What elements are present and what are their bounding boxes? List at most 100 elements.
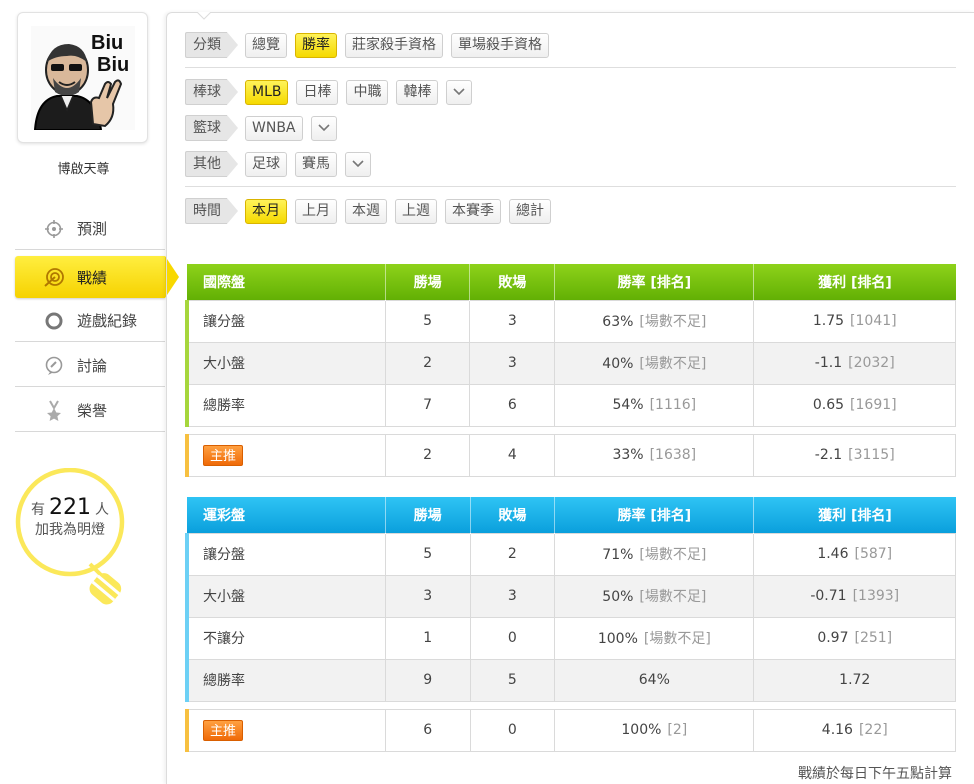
time-this-week-button[interactable]: 本週 [345, 198, 387, 224]
profit-rank: [2032] [848, 355, 895, 371]
league-npb-button[interactable]: 日棒 [296, 79, 339, 105]
time-last-month-button[interactable]: 上月 [295, 198, 337, 224]
profit: 1.46 [817, 546, 849, 562]
avatar-caption-line2: Biu [97, 54, 130, 76]
nav-item-honor[interactable]: 榮譽 [15, 390, 165, 432]
category-overview-button[interactable]: 總覽 [245, 32, 287, 58]
time-last-week-button[interactable]: 上週 [395, 198, 437, 224]
category-banker-killer-button[interactable]: 莊家殺手資格 [345, 32, 443, 58]
sport-horse-racing-button[interactable]: 賽馬 [295, 151, 337, 177]
loss-count: 3 [469, 574, 556, 618]
main-pick-badge[interactable]: 主推 [203, 719, 244, 741]
win-rate-cell: 50% [場數不足] [554, 574, 755, 618]
league-wnba-button[interactable]: WNBA [245, 115, 303, 141]
other-more-dropdown[interactable] [345, 151, 371, 177]
basketball-label: 籃球 [185, 115, 238, 141]
fans-prefix: 有 [31, 502, 45, 518]
table-row: 大小盤 3 3 50% [場數不足] -0.71 [1393] [184, 574, 956, 618]
league-kbo-button[interactable]: 韓棒 [396, 79, 439, 105]
nav-label: 遊戲紀錄 [77, 312, 138, 330]
avatar[interactable]: Biu Biu [17, 12, 148, 143]
table-row-main-pick: 主推 6 0 100% [2] 4.16 [22] [184, 708, 956, 752]
nav-label: 戰績 [77, 268, 108, 287]
basketball-more-dropdown[interactable] [310, 115, 337, 141]
win-rate-rank: [場數不足] [639, 356, 707, 372]
nav-item-predict[interactable]: 預測 [15, 208, 165, 250]
nav-item-discussion[interactable]: 討論 [15, 345, 165, 387]
main-pick-badge[interactable]: 主推 [203, 444, 244, 466]
league-mlb-button[interactable]: MLB [245, 79, 289, 105]
intl-record-table: 國際盤 勝場 敗場 勝率 [排名] 獲利 [排名] 讓分盤 5 3 63% [場數… [184, 264, 956, 477]
table-row: 總勝率 7 6 54% [1116] 0.65 [1691] [184, 383, 956, 427]
chat-icon [43, 355, 65, 377]
time-label: 時間 [185, 198, 238, 224]
profit-rank: [1393] [852, 588, 900, 604]
fans-bulb[interactable]: 有 221 人 加我為明燈 [14, 468, 134, 608]
sport-soccer-button[interactable]: 足球 [245, 151, 287, 177]
avatar-caption-line1: Biu [91, 32, 124, 54]
win-rate-cell: 100% [2] [554, 708, 755, 752]
baseball-more-dropdown[interactable] [446, 79, 473, 105]
row-label: 主推 [184, 433, 386, 477]
col-header: 勝率 [排名] [554, 264, 754, 300]
medal-icon [43, 400, 65, 422]
profit-rank: [251] [854, 630, 893, 646]
loss-count: 4 [469, 433, 556, 477]
win-rate-cell: 63% [場數不足] [554, 299, 755, 343]
loss-count: 0 [469, 708, 556, 752]
profit-cell: 0.97 [251] [753, 616, 956, 660]
col-header: 獲利 [排名] [753, 497, 956, 533]
win-rate-cell: 40% [場數不足] [554, 341, 755, 385]
time-this-month-button[interactable]: 本月 [245, 198, 287, 224]
category-single-killer-button[interactable]: 單場殺手資格 [451, 32, 549, 58]
profit-cell: 1.46 [587] [753, 532, 956, 576]
nav-label: 預測 [77, 220, 108, 238]
username[interactable]: 博啟天尊 [0, 158, 167, 177]
win-rate-cell: 71% [場數不足] [554, 532, 755, 576]
col-header: 勝率 [排名] [554, 497, 754, 533]
fans-suffix: 人 [95, 502, 109, 518]
win-count: 3 [384, 574, 471, 618]
table-row: 總勝率 9 5 64% 1.72 [184, 658, 956, 702]
basketball-filter: 籃球 WNBA [185, 115, 337, 141]
category-filter: 分類 總覽 勝率 莊家殺手資格 單場殺手資格 [185, 32, 557, 58]
win-rate-cell: 100% [場數不足] [554, 616, 755, 660]
win-count: 1 [384, 616, 471, 660]
other-filter: 其他 足球 賽馬 [185, 151, 371, 177]
col-header: 勝場 [384, 264, 470, 300]
profit: -0.71 [810, 588, 847, 604]
win-count: 5 [384, 532, 471, 576]
profit-cell: 1.75 [1041] [753, 299, 956, 343]
profit: 0.65 [812, 397, 845, 413]
loss-count: 6 [469, 383, 556, 427]
profile-sidebar: Biu Biu 博啟天尊 預測 戰績 遊戲紀錄 討論 榮譽 有 221 人 加我… [0, 0, 179, 784]
ring-icon [43, 310, 65, 332]
table-row-main-pick: 主推 2 4 33% [1638] -2.1 [3115] [184, 433, 956, 477]
win-count: 6 [384, 708, 471, 752]
win-rate-rank: [2] [667, 722, 688, 738]
time-this-season-button[interactable]: 本賽季 [445, 198, 501, 224]
profit: 1.75 [812, 313, 845, 329]
profit-rank: [22] [858, 722, 888, 738]
time-total-button[interactable]: 總計 [509, 198, 551, 224]
nav-label: 討論 [77, 357, 108, 375]
chevron-down-icon [453, 88, 466, 96]
profit-rank: [1691] [850, 397, 897, 413]
win-count: 2 [384, 433, 471, 477]
profit-cell: 4.16 [22] [753, 708, 956, 752]
win-rate-rank: [場數不足] [639, 314, 707, 330]
league-cpbl-button[interactable]: 中職 [346, 79, 389, 105]
time-filter: 時間 本月 上月 本週 上週 本賽季 總計 [185, 198, 559, 224]
win-rate: 71% [602, 547, 634, 563]
profit-rank: [587] [854, 546, 893, 562]
win-rate: 40% [602, 356, 634, 372]
loss-count: 3 [469, 341, 556, 385]
nav-item-game-log[interactable]: 遊戲紀錄 [15, 300, 165, 342]
nav-item-record[interactable]: 戰績 [15, 256, 179, 298]
win-rate: 100% [621, 722, 662, 738]
win-rate-cell: 64% [554, 658, 755, 702]
category-winrate-button[interactable]: 勝率 [295, 32, 337, 58]
baseball-filter: 棒球 MLB 日棒 中職 韓棒 [185, 79, 473, 105]
table-row: 讓分盤 5 3 63% [場數不足] 1.75 [1041] [184, 299, 956, 343]
loss-count: 3 [469, 299, 556, 343]
